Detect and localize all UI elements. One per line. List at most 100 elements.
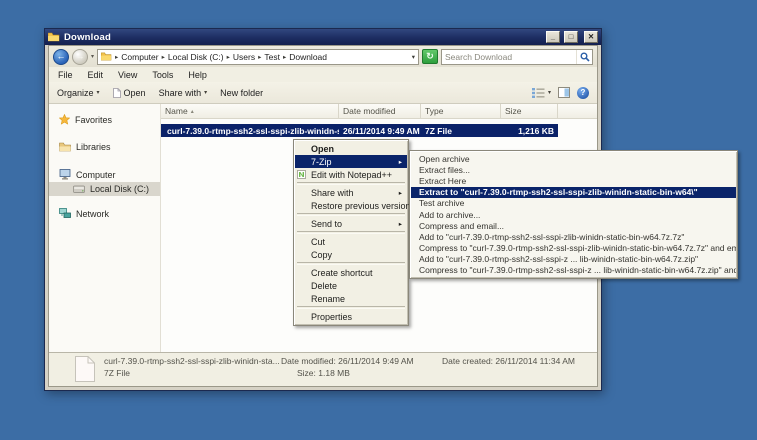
minimize-button[interactable]: _ — [546, 31, 560, 43]
sidebar-label: Local Disk (C:) — [90, 184, 149, 194]
column-label: Size — [505, 106, 522, 116]
file-row-selected[interactable]: curl-7.39.0-rtmp-ssh2-ssl-sspi-zlib-wini… — [161, 124, 558, 137]
context-menu-item-delete[interactable]: Delete — [295, 279, 407, 292]
star-icon — [59, 114, 70, 125]
share-with-button[interactable]: Share with ▾ — [159, 88, 208, 98]
column-header-size[interactable]: Size — [501, 104, 558, 118]
details-right-column: Date created: 26/11/2014 11:34 AM — [442, 356, 575, 366]
back-button[interactable]: ← — [53, 49, 69, 65]
open-button[interactable]: Open — [113, 88, 146, 98]
submenu-item-compress-to-zip-email[interactable]: Compress to "curl-7.39.0-rtmp-ssh2-ssl-s… — [411, 265, 736, 276]
share-with-label: Share with — [159, 88, 202, 98]
menu-item-label: 7-Zip — [311, 157, 332, 167]
breadcrumb-item-computer[interactable]: Computer — [121, 52, 158, 62]
sidebar-spacer — [49, 196, 160, 206]
toolbar-right-group: ▾ ? — [532, 87, 589, 99]
refresh-button[interactable]: ↻ — [422, 49, 438, 64]
submenu-item-compress-and-email[interactable]: Compress and email... — [411, 220, 736, 231]
column-header-name[interactable]: Name ▴ — [161, 104, 339, 118]
context-menu-item-cut[interactable]: Cut — [295, 235, 407, 248]
recent-pages-chevron-icon[interactable]: ▾ — [91, 53, 94, 60]
disk-icon — [73, 185, 85, 194]
menu-view[interactable]: View — [118, 70, 137, 80]
column-headers: Name ▴ Date modified Type Size — [161, 104, 597, 119]
file-name-cell: curl-7.39.0-rtmp-ssh2-ssl-sspi-zlib-wini… — [161, 126, 339, 136]
breadcrumb-separator-icon[interactable]: ▸ — [227, 53, 230, 61]
breadcrumb-item-users[interactable]: Users — [233, 52, 255, 62]
breadcrumb-separator-icon[interactable]: ▸ — [283, 53, 286, 61]
organize-label: Organize — [57, 88, 94, 98]
notepadpp-icon — [297, 170, 306, 179]
sidebar-item-libraries[interactable]: Libraries — [49, 140, 160, 154]
breadcrumb-item-test[interactable]: Test — [264, 52, 280, 62]
close-button[interactable]: ✕ — [584, 31, 598, 43]
menu-separator — [297, 231, 405, 234]
submenu-item-extract-to[interactable]: Extract to "curl-7.39.0-rtmp-ssh2-ssl-ss… — [411, 187, 736, 198]
libraries-icon — [59, 142, 71, 152]
sidebar-label: Favorites — [75, 115, 112, 125]
breadcrumb-separator-icon[interactable]: ▸ — [162, 53, 165, 61]
menu-edit[interactable]: Edit — [88, 70, 104, 80]
submenu-item-add-to-zip[interactable]: Add to "curl-7.39.0-rtmp-ssh2-ssl-sspi-z… — [411, 254, 736, 265]
views-icon — [532, 88, 545, 98]
views-button[interactable]: ▾ — [532, 88, 551, 98]
forward-button[interactable]: → — [72, 49, 88, 65]
column-header-type[interactable]: Type — [421, 104, 501, 118]
menu-separator — [297, 262, 405, 265]
column-header-filler — [558, 104, 597, 118]
sidebar-spacer — [49, 154, 160, 167]
page-icon — [113, 88, 121, 98]
preview-pane-button[interactable] — [558, 87, 570, 98]
submenu-item-extract-files[interactable]: Extract files... — [411, 164, 736, 175]
chevron-down-icon: ▾ — [97, 89, 100, 96]
context-menu-item-copy[interactable]: Copy — [295, 248, 407, 261]
sidebar-item-local-disk[interactable]: Local Disk (C:) — [49, 182, 160, 196]
context-menu-item-create-shortcut[interactable]: Create shortcut — [295, 266, 407, 279]
submenu-item-extract-here[interactable]: Extract Here — [411, 175, 736, 186]
help-icon[interactable]: ? — [577, 87, 589, 99]
submenu-item-add-to-archive[interactable]: Add to archive... — [411, 209, 736, 220]
sidebar-item-computer[interactable]: Computer — [49, 167, 160, 182]
menu-file[interactable]: File — [58, 70, 73, 80]
submenu-item-add-to-7z[interactable]: Add to "curl-7.39.0-rtmp-ssh2-ssl-sspi-z… — [411, 231, 736, 242]
context-menu-item-send-to[interactable]: Send to ▸ — [295, 217, 407, 230]
maximize-button[interactable]: □ — [564, 31, 578, 43]
new-folder-button[interactable]: New folder — [220, 88, 263, 98]
context-menu-item-restore-previous-versions[interactable]: Restore previous versions — [295, 199, 407, 212]
search-input[interactable] — [442, 52, 576, 62]
sidebar-item-network[interactable]: Network — [49, 206, 160, 221]
column-header-date-modified[interactable]: Date modified — [339, 104, 421, 118]
submenu-item-open-archive[interactable]: Open archive — [411, 153, 736, 164]
context-menu-item-rename[interactable]: Rename — [295, 292, 407, 305]
breadcrumb-separator-icon[interactable]: ▸ — [258, 53, 261, 61]
search-icon[interactable] — [576, 50, 592, 64]
titlebar[interactable]: Download _ □ ✕ — [45, 29, 601, 45]
column-label: Name — [165, 106, 188, 116]
context-menu-item-edit-with-notepadpp[interactable]: Edit with Notepad++ — [295, 168, 407, 181]
menu-help[interactable]: Help — [188, 70, 207, 80]
file-date-cell: 26/11/2014 9:49 AM — [339, 126, 421, 136]
file-size-cell: 1,216 KB — [501, 126, 558, 136]
details-pane: curl-7.39.0-rtmp-ssh2-ssl-sspi-zlib-wini… — [49, 352, 597, 386]
breadcrumb-item-download[interactable]: Download — [289, 52, 327, 62]
context-menu-item-share-with[interactable]: Share with ▸ — [295, 186, 407, 199]
sidebar-item-favorites[interactable]: Favorites — [49, 112, 160, 127]
organize-button[interactable]: Organize ▾ — [57, 88, 100, 98]
context-menu-item-open[interactable]: Open — [295, 142, 407, 155]
toolbar: Organize ▾ Open Share with ▾ New folder … — [49, 82, 597, 104]
menu-tools[interactable]: Tools — [152, 70, 173, 80]
folder-icon — [48, 32, 60, 42]
breadcrumb[interactable]: ▸ Computer ▸ Local Disk (C:) ▸ Users ▸ T… — [97, 49, 419, 65]
network-icon — [59, 208, 71, 219]
menu-item-label: Share with — [311, 188, 354, 198]
context-menu-item-7zip[interactable]: 7-Zip ▸ — [295, 155, 407, 168]
breadcrumb-item-local-disk[interactable]: Local Disk (C:) — [168, 52, 224, 62]
sort-ascending-icon: ▴ — [191, 108, 194, 115]
breadcrumb-separator-icon[interactable]: ▸ — [115, 53, 118, 61]
details-date-modified: Date modified: 26/11/2014 9:49 AM — [281, 356, 433, 366]
context-menu-item-properties[interactable]: Properties — [295, 310, 407, 323]
address-dropdown-icon[interactable]: ▾ — [412, 53, 415, 61]
submenu-item-test-archive[interactable]: Test archive — [411, 198, 736, 209]
sidebar-label: Network — [76, 209, 109, 219]
submenu-item-compress-to-7z-email[interactable]: Compress to "curl-7.39.0-rtmp-ssh2-ssl-s… — [411, 243, 736, 254]
